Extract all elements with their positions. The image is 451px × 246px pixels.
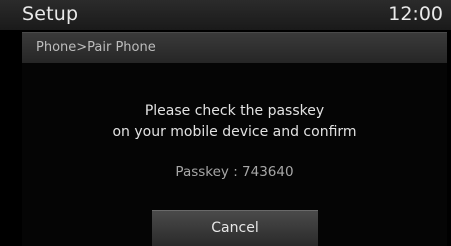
passkey-value: Passkey : 743640 [175, 164, 294, 180]
passkey-message: Please check the passkey on your mobile … [22, 101, 447, 143]
message-line-2: on your mobile device and confirm [112, 124, 357, 140]
breadcrumb: Phone>Pair Phone [36, 40, 156, 55]
cancel-button[interactable]: Cancel [152, 210, 318, 246]
clock: 12:00 [388, 3, 443, 25]
status-bar: Setup 12:00 [0, 0, 451, 30]
screen-title: Setup [22, 3, 79, 25]
message-line-1: Please check the passkey [144, 103, 325, 119]
dialog-panel: Please check the passkey on your mobile … [22, 63, 447, 246]
pairing-screen: Setup 12:00 Phone>Pair Phone Please chec… [0, 0, 451, 246]
breadcrumb-bar: Phone>Pair Phone [22, 32, 447, 63]
